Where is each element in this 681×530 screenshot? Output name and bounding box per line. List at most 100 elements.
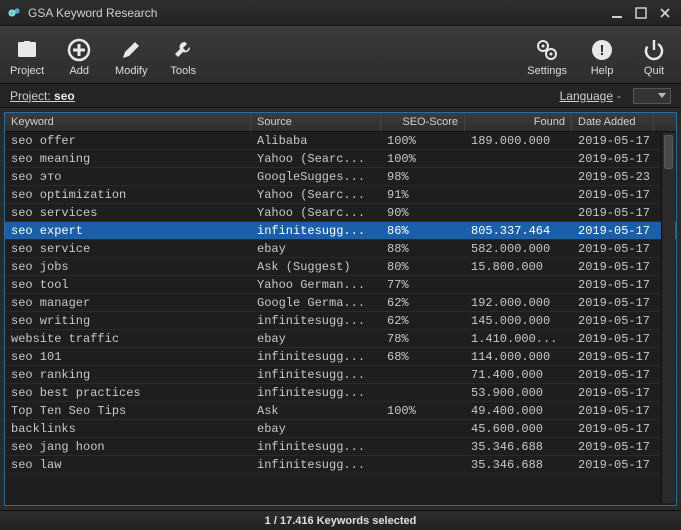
table-row[interactable]: seo meaningYahoo (Searc...100%2019-05-17 [5,150,676,168]
cell-date: 2019-05-17 [572,440,654,454]
cell-found: 805.337.464 [465,224,572,238]
cell-keyword: seo jobs [5,260,251,274]
vertical-scrollbar[interactable] [661,133,675,503]
cell-source: infinitesugg... [251,368,381,382]
table-body: seo offerAlibaba100%189.000.0002019-05-1… [5,132,676,505]
cell-keyword: seo meaning [5,152,251,166]
column-score[interactable]: SEO-Score [381,113,465,131]
cell-found: 71.400.000 [465,368,572,382]
tools-button[interactable]: Tools [164,35,202,79]
table-row[interactable]: seo 101infinitesugg...68%114.000.0002019… [5,348,676,366]
cell-found: 582.000.000 [465,242,572,256]
cell-source: infinitesugg... [251,440,381,454]
table-row[interactable]: seo writinginfinitesugg...62%145.000.000… [5,312,676,330]
cell-source: infinitesugg... [251,314,381,328]
cell-keyword: seo expert [5,224,251,238]
project-button[interactable]: Project [8,35,46,79]
modify-button[interactable]: Modify [112,35,150,79]
table-row[interactable]: seo best practicesinfinitesugg...53.900.… [5,384,676,402]
minimize-button[interactable] [607,3,627,23]
table-row[interactable]: Top Ten Seo TipsAsk100%49.400.0002019-05… [5,402,676,420]
cell-date: 2019-05-17 [572,206,654,220]
cell-source: infinitesugg... [251,224,381,238]
table-row[interactable]: seo servicesYahoo (Searc...90%2019-05-17 [5,204,676,222]
cell-source: infinitesugg... [251,386,381,400]
table-row[interactable]: seo jobsAsk (Suggest)80%15.800.0002019-0… [5,258,676,276]
settings-button[interactable]: Settings [525,35,569,79]
quit-button-label: Quit [644,65,664,77]
help-button[interactable]: ! Help [583,35,621,79]
cell-date: 2019-05-23 [572,170,654,184]
cell-keyword: seo tool [5,278,251,292]
cell-score: 100% [381,134,465,148]
quit-icon [641,37,667,63]
window-title: GSA Keyword Research [28,6,157,20]
svg-text:!: ! [600,42,605,59]
cell-date: 2019-05-17 [572,350,654,364]
language-dropdown[interactable] [633,88,671,104]
table-row[interactable]: backlinksebay45.600.0002019-05-17 [5,420,676,438]
chevron-down-icon [658,93,666,99]
main-toolbar: Project Add Modify Tools Settings [0,26,681,84]
column-source[interactable]: Source [251,113,381,131]
close-button[interactable] [655,3,675,23]
table-row[interactable]: seo serviceebay88%582.000.0002019-05-17 [5,240,676,258]
cell-source: Alibaba [251,134,381,148]
table-row[interactable]: seo managerGoogle Germa...62%192.000.000… [5,294,676,312]
cell-score: 68% [381,350,465,364]
cell-keyword: seo это [5,170,251,184]
table-row[interactable]: seo этоGoogleSugges...98%2019-05-23 [5,168,676,186]
project-link[interactable]: Project: seo [10,89,75,103]
cell-source: Google Germa... [251,296,381,310]
maximize-button[interactable] [631,3,651,23]
cell-score: 78% [381,332,465,346]
cell-date: 2019-05-17 [572,368,654,382]
title-bar: GSA Keyword Research [0,0,681,26]
status-bar: 1 / 17.416 Keywords selected [0,510,681,530]
cell-date: 2019-05-17 [572,260,654,274]
add-button[interactable]: Add [60,35,98,79]
table-row[interactable]: seo offerAlibaba100%189.000.0002019-05-1… [5,132,676,150]
cell-source: Ask [251,404,381,418]
modify-button-label: Modify [115,65,147,77]
cell-source: ebay [251,242,381,256]
cell-date: 2019-05-17 [572,152,654,166]
language-value: - [617,89,621,103]
settings-button-label: Settings [527,65,567,77]
cell-date: 2019-05-17 [572,404,654,418]
cell-source: ebay [251,332,381,346]
column-found[interactable]: Found [465,113,572,131]
table-row[interactable]: website trafficebay78%1.410.000...2019-0… [5,330,676,348]
language-link[interactable]: Language [560,89,613,103]
table-row[interactable]: seo optimizationYahoo (Searc...91%2019-0… [5,186,676,204]
cell-found: 15.800.000 [465,260,572,274]
add-button-label: Add [69,65,89,77]
table-row[interactable]: seo rankinginfinitesugg...71.400.0002019… [5,366,676,384]
cell-date: 2019-05-17 [572,224,654,238]
scrollbar-thumb[interactable] [664,135,673,169]
table-header: Keyword Source SEO-Score Found Date Adde… [5,113,676,132]
cell-source: Ask (Suggest) [251,260,381,274]
table-row[interactable]: seo jang hooninfinitesugg...35.346.68820… [5,438,676,456]
cell-score: 77% [381,278,465,292]
column-keyword[interactable]: Keyword [5,113,251,131]
cell-score: 86% [381,224,465,238]
settings-icon [534,37,560,63]
column-date[interactable]: Date Added [572,113,654,131]
cell-date: 2019-05-17 [572,296,654,310]
cell-found: 35.346.688 [465,440,572,454]
cell-date: 2019-05-17 [572,242,654,256]
table-row[interactable]: seo lawinfinitesugg...35.346.6882019-05-… [5,456,676,474]
cell-source: ebay [251,422,381,436]
cell-keyword: seo service [5,242,251,256]
cell-keyword: seo manager [5,296,251,310]
tools-icon [170,37,196,63]
cell-score: 100% [381,404,465,418]
table-row[interactable]: seo expertinfinitesugg...86%805.337.4642… [5,222,676,240]
cell-found: 35.346.688 [465,458,572,472]
cell-score: 62% [381,296,465,310]
cell-found: 189.000.000 [465,134,572,148]
table-row[interactable]: seo toolYahoo German...77%2019-05-17 [5,276,676,294]
cell-found: 1.410.000... [465,332,572,346]
quit-button[interactable]: Quit [635,35,673,79]
